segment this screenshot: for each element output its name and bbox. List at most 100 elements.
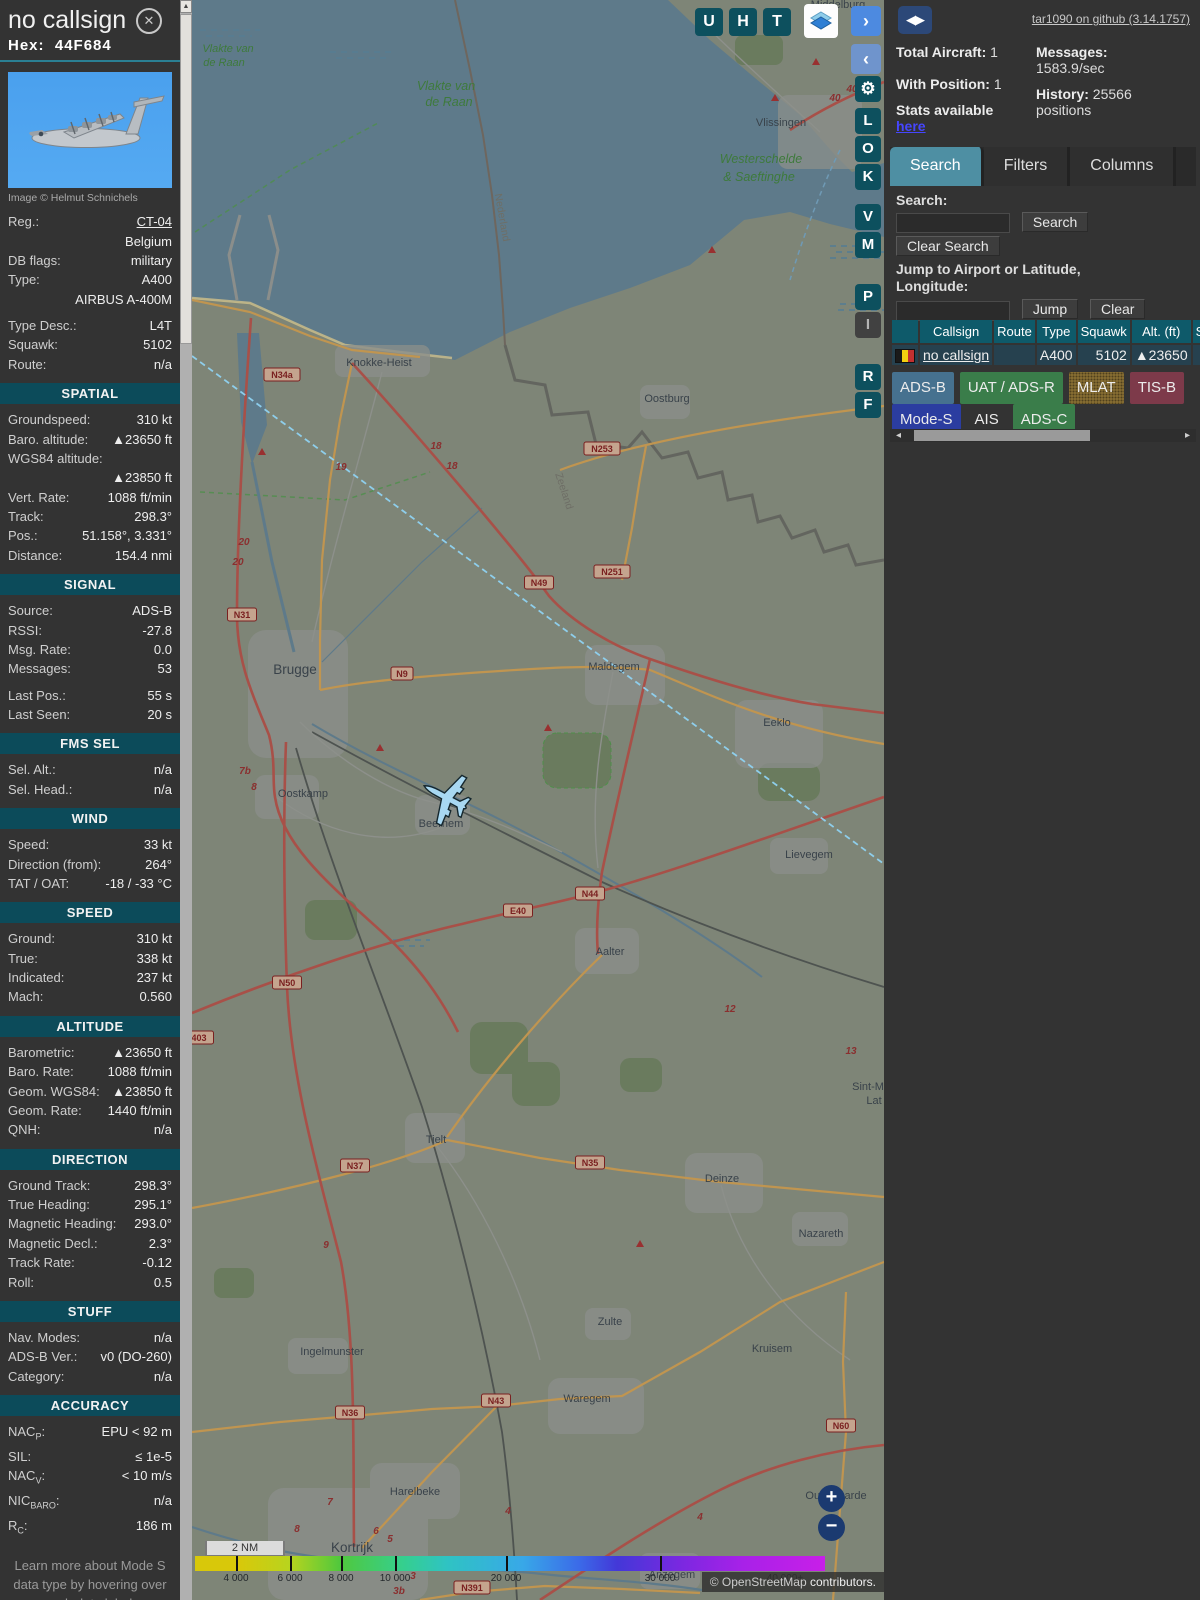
exit-number: 8 — [251, 782, 257, 793]
exit-number: 4 — [504, 1506, 511, 1517]
exit-number: 13 — [845, 1046, 857, 1057]
map-rail-button-f[interactable]: F — [855, 392, 881, 418]
registration-link[interactable]: CT-04 — [45, 213, 172, 230]
map-rail-button-v[interactable]: V — [855, 204, 881, 230]
zoom-out-button[interactable]: − — [818, 1514, 845, 1541]
map-rail-button-i[interactable]: I — [855, 312, 881, 338]
row-label: Squawk: — [8, 337, 58, 353]
row-value: -18 / -33 °C — [105, 875, 172, 891]
map-rail-button-p[interactable]: P — [855, 284, 881, 310]
row-value: 5102 — [143, 337, 172, 353]
column-header-Alt. (ft)[interactable]: Alt. (ft) — [1131, 320, 1191, 343]
column-header-Type[interactable]: Type — [1036, 320, 1076, 343]
row-label: Speed: — [8, 837, 50, 853]
road-badge: N9 — [396, 669, 408, 679]
map-rail-button-m[interactable]: M — [855, 232, 881, 258]
data-row: Last Pos.: 55 s — [0, 686, 180, 705]
row-label: Ground: — [8, 931, 55, 947]
section-header-direction: DIRECTION — [0, 1148, 180, 1170]
exit-number: 3b — [393, 1586, 405, 1597]
aircraft-photo[interactable] — [8, 72, 172, 188]
column-header-Squawk[interactable]: Squawk — [1077, 320, 1130, 343]
row-value: 0.5 — [153, 1274, 172, 1290]
scroll-right-icon[interactable]: ▸ — [1185, 429, 1190, 442]
exit-number: 7 — [327, 1497, 333, 1508]
sidebar-scrollbar[interactable]: ▲ — [180, 0, 192, 1600]
map-rail-button-r[interactable]: R — [855, 364, 881, 390]
row-label: Sel. Head.: — [8, 781, 73, 797]
clear-search-button[interactable]: Clear Search — [896, 236, 1000, 257]
stats-here-link[interactable]: here — [896, 118, 926, 134]
tab-search[interactable]: Search — [890, 147, 984, 186]
scroll-up-icon[interactable]: ▲ — [180, 0, 192, 13]
map-rail-button-l[interactable]: L — [855, 108, 881, 134]
hscroll-thumb[interactable] — [914, 430, 1090, 441]
row-label: True: — [8, 950, 38, 966]
panel-toggle-button[interactable]: ◀▶ — [898, 6, 932, 34]
tab-columns[interactable]: Columns — [1070, 147, 1177, 186]
row-label: Magnetic Heading: — [8, 1216, 117, 1232]
map-button-u[interactable]: U — [695, 8, 723, 36]
osm-link[interactable]: © OpenStreetMap — [710, 1575, 807, 1589]
column-header-flag[interactable] — [892, 320, 918, 343]
scroll-left-icon[interactable]: ◂ — [896, 429, 901, 442]
data-row: True Heading: 295.1° — [0, 1195, 180, 1214]
column-header-Callsign[interactable]: Callsign — [920, 320, 993, 343]
table-row[interactable]: no callsign A400 5102 ▲23650 — [892, 345, 1200, 366]
data-row: Messages: 53 — [0, 659, 180, 678]
cell-alt: ▲23650 — [1131, 345, 1191, 366]
data-row: Distance: 154.4 nmi — [0, 546, 180, 565]
data-row: Squawk: 5102 — [0, 335, 180, 354]
panel-tabs: Search Filters Columns — [890, 147, 1196, 186]
exit-number: 5 — [387, 1534, 393, 1545]
search-input[interactable] — [896, 213, 1010, 234]
divider — [0, 60, 180, 62]
data-row: Indicated: 237 kt — [0, 968, 180, 987]
exit-number: 4 — [696, 1512, 703, 1523]
collapse-left-button[interactable]: ‹ — [851, 44, 881, 74]
aircraft-table-el: CallsignRouteTypeSquawkAlt. (ft)Speed no … — [890, 318, 1200, 367]
settings-button[interactable]: ⚙ — [855, 76, 881, 102]
tab-filters[interactable]: Filters — [983, 147, 1071, 186]
data-row: ▲23850 ft — [0, 468, 180, 487]
section-header-fms-sel: FMS SEL — [0, 733, 180, 755]
data-row: Geom. WGS84: ▲23850 ft — [0, 1081, 180, 1100]
search-button[interactable]: Search — [1021, 212, 1089, 232]
close-icon[interactable]: ✕ — [136, 8, 162, 34]
road-badge: N31 — [234, 610, 251, 620]
row-value: 20 s — [147, 707, 172, 723]
belgium-flag-icon — [895, 349, 915, 364]
exit-number: 3 — [410, 1571, 416, 1582]
row-value: 264° — [145, 856, 172, 872]
data-row: Ground Track: 298.3° — [0, 1176, 180, 1195]
map-canvas[interactable]: N34a N253 N251 N49 N31 N9 N44 E40 N50 403 N35 N37 N3… — [192, 0, 884, 1600]
cell-route — [994, 345, 1035, 366]
map-label: Waregem — [563, 1393, 610, 1405]
map-label: Kortrijk — [331, 1540, 373, 1555]
jump-clear-button[interactable]: Clear — [1090, 299, 1146, 320]
row-value: AIRBUS A-400M — [75, 291, 172, 307]
messages-label: Messages: — [1036, 44, 1108, 60]
table-horizontal-scrollbar[interactable]: ◂ ▸ — [890, 429, 1196, 442]
map-button-t[interactable]: T — [763, 8, 791, 36]
map-rail-button-k[interactable]: K — [855, 164, 881, 190]
jump-button[interactable]: Jump — [1021, 299, 1079, 320]
exit-number: 20 — [231, 557, 244, 568]
scrollbar-thumb[interactable] — [180, 14, 192, 344]
callsign-link[interactable]: no callsign — [923, 347, 989, 363]
layer-switcher-button[interactable] — [804, 4, 838, 38]
map-attribution: © OpenStreetMap contributors. — [701, 1572, 884, 1592]
row-label: Barometric: — [8, 1044, 75, 1060]
column-header-Speed[interactable]: Speed — [1192, 320, 1200, 343]
github-link[interactable]: tar1090 on github (3.14.1757) — [1032, 12, 1190, 26]
zoom-in-button[interactable]: + — [818, 1485, 845, 1512]
map-label: & Saeftinghe — [723, 170, 795, 184]
data-row: ADS-B Ver.: v0 (DO-260) — [0, 1347, 180, 1366]
row-value: ▲23650 ft — [112, 1044, 172, 1060]
row-label: Baro. altitude: — [8, 431, 89, 447]
map-rail-button-o[interactable]: O — [855, 136, 881, 162]
expand-right-button[interactable]: › — [851, 6, 881, 36]
exit-number: 40 — [828, 93, 841, 104]
column-header-Route[interactable]: Route — [994, 320, 1035, 343]
map-button-h[interactable]: H — [729, 8, 757, 36]
